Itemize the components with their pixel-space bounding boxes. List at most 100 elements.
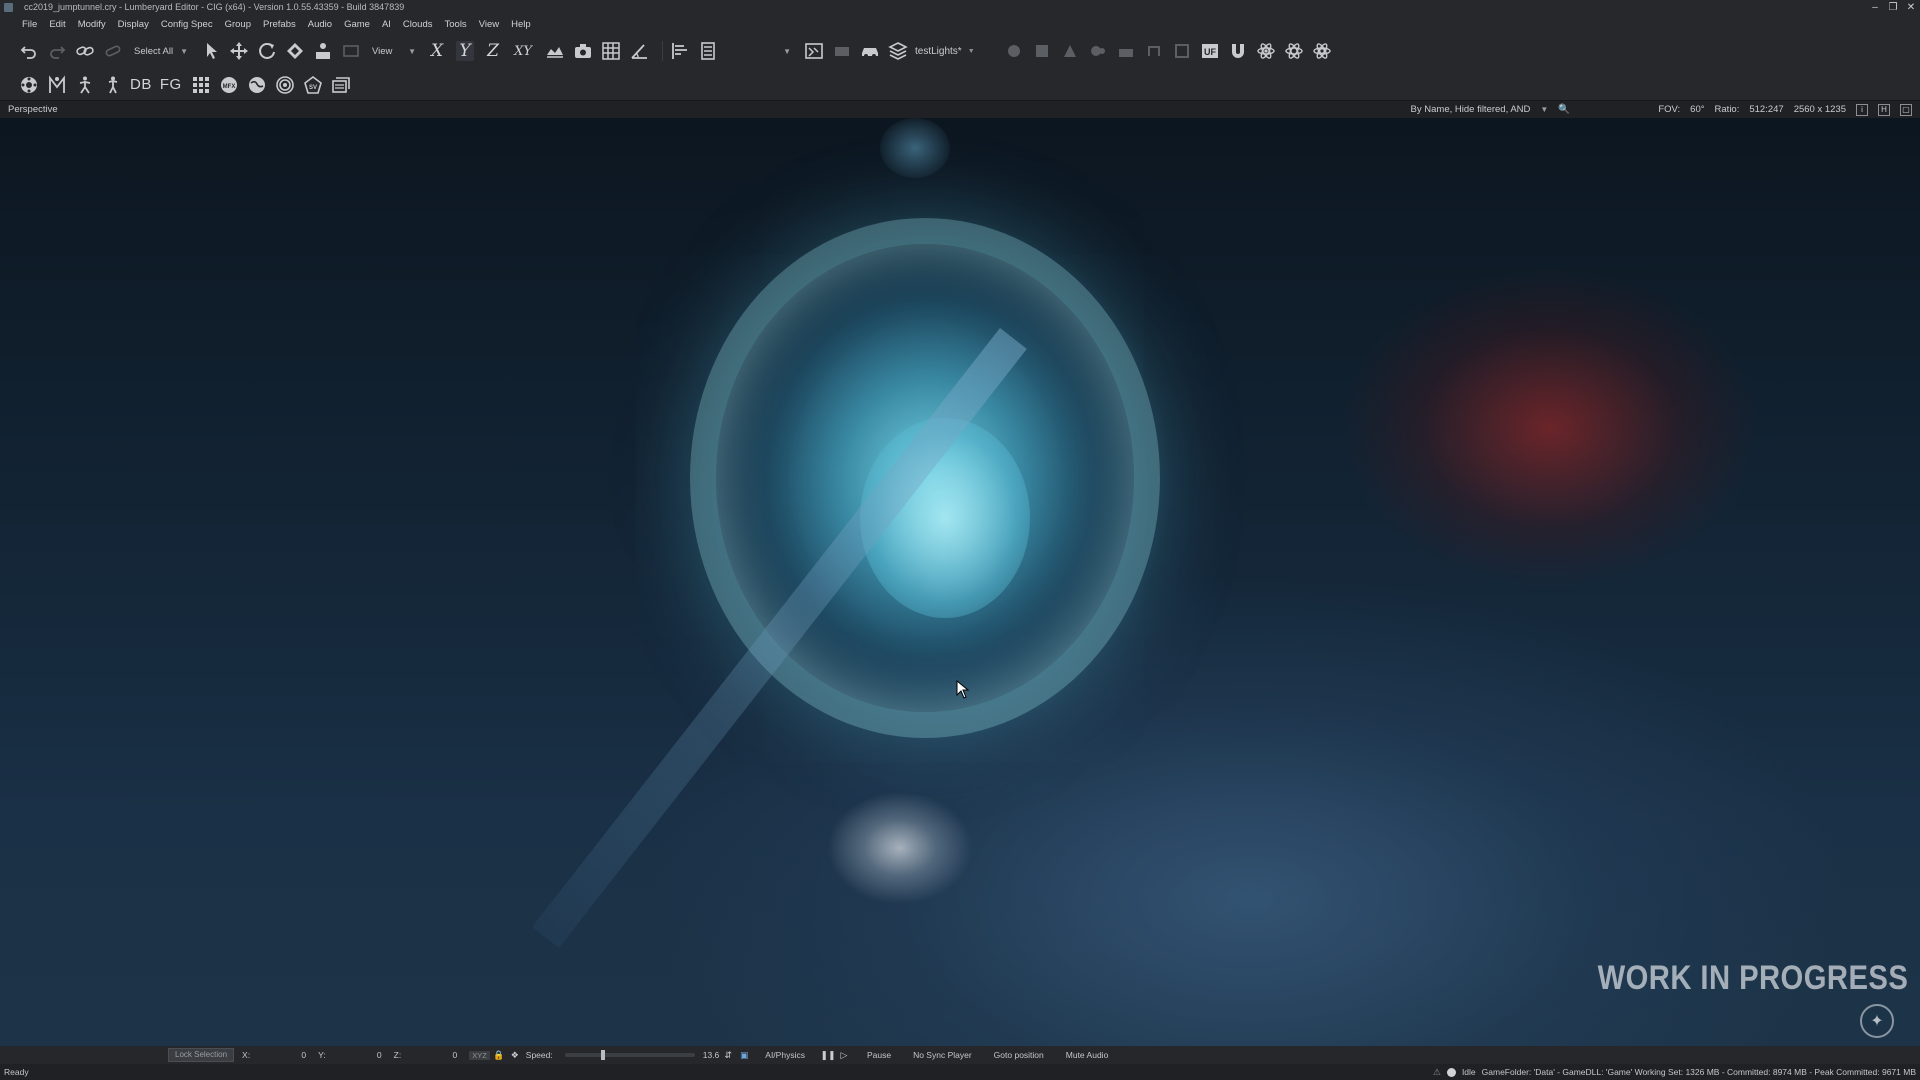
close-icon[interactable]: ✕ [1906, 0, 1916, 15]
material-editor-icon[interactable] [803, 40, 825, 62]
help-icon[interactable]: H [1878, 103, 1890, 116]
menu-prefabs[interactable]: Prefabs [263, 19, 296, 30]
terrain-tool-icon[interactable] [312, 40, 334, 62]
sv-icon[interactable]: SV [302, 74, 324, 96]
menu-clouds[interactable]: Clouds [403, 19, 433, 30]
disabled-tool-7-icon[interactable] [1171, 40, 1193, 62]
disabled-tool-3-icon[interactable] [1059, 40, 1081, 62]
toolbar-separator [662, 41, 663, 61]
target-icon[interactable] [274, 74, 296, 96]
terrain-snap-icon[interactable] [544, 40, 566, 62]
axis-y-button[interactable]: Y [456, 41, 474, 61]
menu-group[interactable]: Group [225, 19, 251, 30]
step-icon[interactable]: ▷ [839, 1050, 849, 1060]
restore-icon[interactable]: ❐ [1888, 0, 1898, 15]
disabled-tool-6-icon[interactable] [1143, 40, 1165, 62]
character-tool-icon[interactable] [46, 74, 68, 96]
menu-ai[interactable]: AI [382, 19, 391, 30]
z-coordinate-field[interactable]: 0 [405, 1050, 457, 1060]
menu-game[interactable]: Game [344, 19, 370, 30]
select-all-label: Select All [134, 45, 174, 57]
x-coordinate-field[interactable]: 0 [254, 1050, 306, 1060]
disabled-tool-5-icon[interactable] [1115, 40, 1137, 62]
vehicle-icon[interactable] [859, 40, 881, 62]
physics-icon[interactable] [831, 40, 853, 62]
chevron-down-icon[interactable]: ▼ [1540, 101, 1548, 118]
goto-position-button[interactable]: Goto position [994, 1050, 1044, 1060]
disabled-tool-4-icon[interactable] [1087, 40, 1109, 62]
list-icon[interactable] [697, 40, 719, 62]
atom-alt-icon[interactable] [1283, 40, 1305, 62]
disabled-tool-2-icon[interactable] [1031, 40, 1053, 62]
menu-edit[interactable]: Edit [49, 19, 65, 30]
mute-audio-button[interactable]: Mute Audio [1066, 1050, 1109, 1060]
undo-icon[interactable] [18, 40, 40, 62]
maximize-viewport-icon[interactable]: ▢ [1900, 103, 1912, 116]
align-icon[interactable] [669, 40, 691, 62]
grid-dots-icon[interactable] [190, 74, 212, 96]
axis-z-button[interactable]: Z [484, 41, 502, 61]
status-text: Ready [4, 1067, 29, 1077]
grid-icon[interactable] [600, 40, 622, 62]
menu-display[interactable]: Display [118, 19, 149, 30]
spinner-icon[interactable]: ⇵ [723, 1050, 733, 1060]
rotate-icon[interactable] [256, 40, 278, 62]
pause-icon[interactable]: ❚❚ [820, 1050, 835, 1060]
minimize-icon[interactable]: – [1870, 0, 1880, 15]
globe-icon[interactable] [246, 74, 268, 96]
layers-icon[interactable] [887, 40, 909, 62]
uf-icon[interactable]: UF [1199, 40, 1221, 62]
y-coordinate-field[interactable]: 0 [330, 1050, 382, 1060]
lock-icon[interactable]: 🔒 [493, 1050, 504, 1060]
xyz-toggle[interactable]: XYZ [469, 1050, 490, 1060]
flowgraph-button[interactable]: FG [160, 76, 182, 93]
atom-settings-icon[interactable] [1311, 40, 1333, 62]
menu-file[interactable]: File [22, 19, 37, 30]
chevron-down-icon[interactable]: ▼ [968, 48, 975, 55]
physics-sim-icon[interactable] [18, 74, 40, 96]
snap-icon[interactable] [340, 40, 362, 62]
warning-icon[interactable]: ⚠ [1433, 1064, 1441, 1080]
view-dropdown[interactable]: View ▼ [368, 43, 420, 59]
redo-icon[interactable] [46, 40, 68, 62]
axis-x-button[interactable]: X [428, 41, 446, 61]
current-layer-label[interactable]: testLights* [915, 46, 962, 57]
player-character-icon[interactable] [102, 74, 124, 96]
mfx-icon[interactable]: MFX [218, 74, 240, 96]
select-arrow-icon[interactable] [200, 40, 222, 62]
lock-selection-button[interactable]: Lock Selection [168, 1048, 235, 1062]
angle-snap-icon[interactable] [628, 40, 650, 62]
menu-audio[interactable]: Audio [308, 19, 332, 30]
unlink-icon[interactable] [102, 40, 124, 62]
atom-icon[interactable] [1255, 40, 1277, 62]
move-icon[interactable] [228, 40, 250, 62]
magnet-icon[interactable] [1227, 40, 1249, 62]
link-icon[interactable] [74, 40, 96, 62]
speed-slider[interactable] [564, 1050, 695, 1060]
menu-config-spec[interactable]: Config Spec [161, 19, 213, 30]
info-icon[interactable]: i [1856, 103, 1868, 116]
tool-icon[interactable]: ❖ [510, 1050, 520, 1060]
perspective-viewport[interactable]: WORK IN PROGRESS ✦ [0, 118, 1920, 1046]
pause-button[interactable]: Pause [867, 1050, 891, 1060]
monitor-icon[interactable]: ▣ [739, 1050, 749, 1060]
viewport-name[interactable]: Perspective [8, 101, 58, 118]
no-sync-player-button[interactable]: No Sync Player [913, 1050, 972, 1060]
menu-modify[interactable]: Modify [78, 19, 106, 30]
menu-view[interactable]: View [479, 19, 499, 30]
axis-xy-button[interactable]: XY [512, 44, 534, 59]
select-all-dropdown[interactable]: Select All ▼ [130, 43, 192, 59]
speed-slider-thumb[interactable] [601, 1050, 606, 1060]
scale-icon[interactable] [284, 40, 306, 62]
ai-character-icon[interactable] [74, 74, 96, 96]
blank-dropdown[interactable]: ▼ [725, 43, 795, 59]
ai-physics-button[interactable]: AI/Physics [765, 1050, 805, 1060]
speed-value[interactable]: 13.6 [703, 1050, 720, 1060]
camera-icon[interactable] [572, 40, 594, 62]
menu-help[interactable]: Help [511, 19, 531, 30]
disabled-tool-1-icon[interactable] [1003, 40, 1025, 62]
windows-icon[interactable] [330, 74, 352, 96]
menu-tools[interactable]: Tools [445, 19, 467, 30]
search-input[interactable]: 🔍 [1558, 101, 1648, 118]
database-button[interactable]: DB [130, 76, 152, 93]
